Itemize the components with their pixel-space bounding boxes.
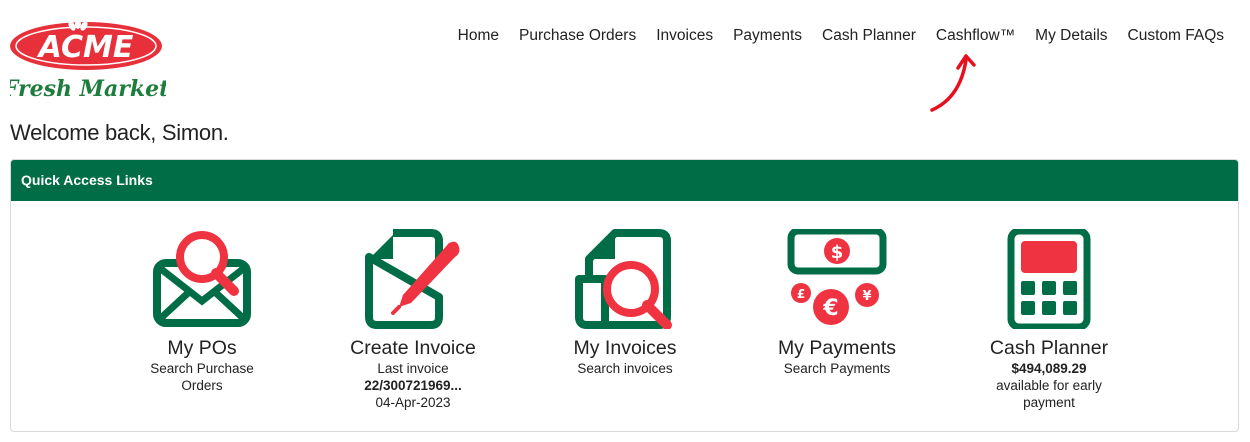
nav-purchase-orders[interactable]: Purchase Orders bbox=[509, 26, 646, 46]
nav-home[interactable]: Home bbox=[448, 26, 509, 46]
quick-access-tiles: My POs Search Purchase Orders Create Inv… bbox=[11, 201, 1238, 431]
invoice-search-icon bbox=[575, 229, 672, 329]
svg-text:¥: ¥ bbox=[862, 289, 871, 304]
nav-custom-faqs[interactable]: Custom FAQs bbox=[1118, 26, 1234, 46]
svg-text:€: € bbox=[822, 296, 838, 321]
tile-last-invoice-date: 04-Apr-2023 bbox=[375, 395, 451, 410]
tile-subtitle: payment bbox=[1023, 395, 1075, 410]
tile-cash-planner[interactable]: Cash Planner $494,089.29 available for e… bbox=[949, 229, 1149, 410]
nav-payments[interactable]: Payments bbox=[723, 26, 812, 46]
nav-invoices[interactable]: Invoices bbox=[646, 26, 723, 46]
currency-payments-icon: $ £ € ¥ bbox=[787, 229, 887, 325]
logo-brand: ACME bbox=[37, 30, 134, 65]
tile-create-invoice[interactable]: Create Invoice Last invoice 22/300721969… bbox=[313, 229, 513, 410]
svg-text:£: £ bbox=[797, 287, 805, 301]
tile-title: My POs bbox=[167, 337, 237, 359]
nav-cashflow[interactable]: Cashflow™ bbox=[926, 26, 1025, 46]
tile-my-invoices[interactable]: My Invoices Search invoices bbox=[525, 229, 725, 376]
tile-last-invoice-number: 22/300721969... bbox=[364, 378, 462, 393]
tile-title: Create Invoice bbox=[350, 337, 476, 359]
tile-subtitle: Search invoices bbox=[577, 361, 673, 376]
quick-access-panel: Quick Access Links My POs Search Purchas… bbox=[10, 159, 1239, 432]
tile-title: My Payments bbox=[777, 337, 897, 359]
tile-available-amount: $494,089.29 bbox=[1011, 361, 1087, 376]
tile-subtitle: Last invoice bbox=[377, 361, 449, 376]
tile-subtitle: available for early bbox=[996, 378, 1102, 393]
acme-logo[interactable]: ACME Fresh Market bbox=[10, 20, 166, 102]
envelope-search-icon bbox=[153, 231, 251, 327]
tile-subtitle: Orders bbox=[181, 378, 223, 393]
nav-cash-planner[interactable]: Cash Planner bbox=[812, 26, 926, 46]
tile-my-payments[interactable]: $ £ € ¥ My Payments Search Payments bbox=[737, 229, 937, 376]
top-nav: Home Purchase Orders Invoices Payments C… bbox=[448, 26, 1234, 46]
logo-tagline: Fresh Market bbox=[10, 76, 166, 102]
tile-subtitle: Search Purchase bbox=[150, 361, 254, 376]
welcome-message: Welcome back, Simon. bbox=[10, 120, 229, 145]
document-pencil-icon bbox=[365, 229, 460, 329]
tile-subtitle: Search Payments bbox=[783, 361, 891, 376]
svg-text:$: $ bbox=[831, 242, 844, 263]
annotation-arrow-icon bbox=[930, 54, 976, 112]
panel-header: Quick Access Links bbox=[11, 160, 1238, 201]
tile-title: My Invoices bbox=[573, 337, 677, 359]
nav-my-details[interactable]: My Details bbox=[1025, 26, 1117, 46]
tile-title: Cash Planner bbox=[989, 337, 1109, 359]
tile-my-pos[interactable]: My POs Search Purchase Orders bbox=[102, 229, 302, 393]
calculator-icon bbox=[1007, 229, 1091, 329]
